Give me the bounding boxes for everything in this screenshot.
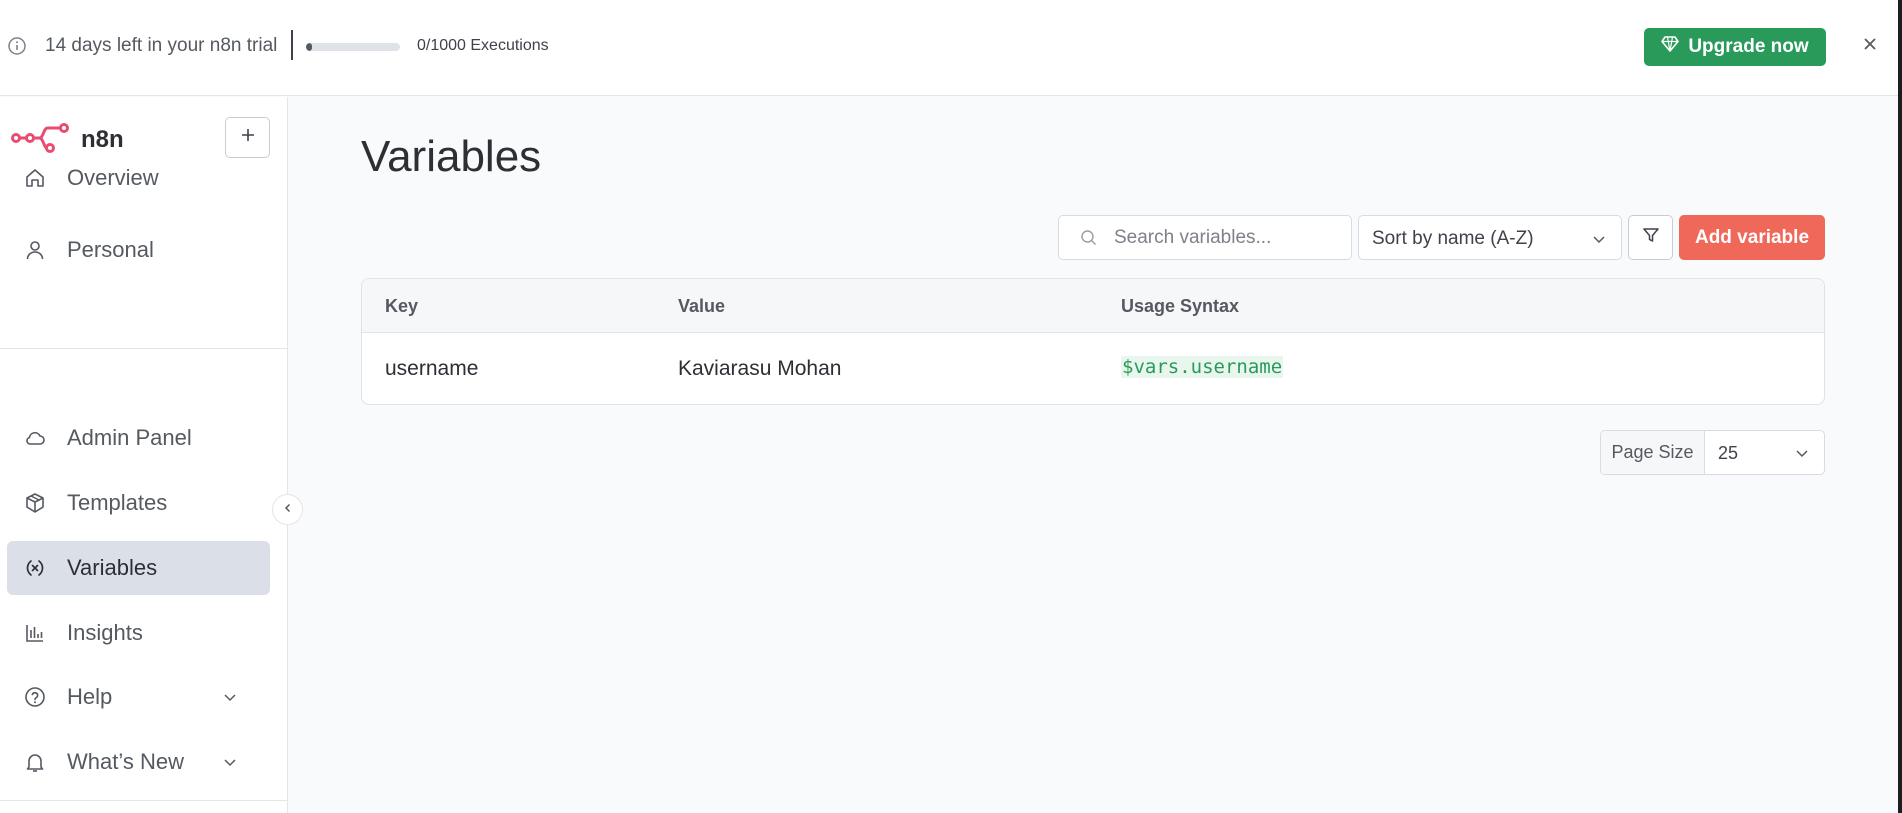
variable-usage-syntax[interactable]: $vars.username (1121, 356, 1284, 378)
executions-progress-fill (306, 43, 312, 51)
chevron-down-icon (1591, 231, 1607, 247)
collapse-sidebar-button[interactable] (272, 494, 303, 525)
filter-icon (1642, 226, 1660, 249)
sidebar-item-label: Insights (67, 620, 143, 645)
variable-icon (24, 557, 46, 579)
user-icon (24, 239, 46, 261)
sidebar-divider (0, 800, 288, 801)
upgrade-now-label: Upgrade now (1688, 36, 1809, 57)
sidebar-divider (0, 348, 288, 349)
variables-table: Key Value Usage Syntax username Kaviaras… (361, 278, 1825, 405)
close-icon (1863, 37, 1877, 56)
sidebar: n8n Overview Personal Admin Panel Templa… (0, 97, 288, 813)
chevron-down-icon (222, 754, 238, 770)
diamond-icon (1661, 35, 1680, 59)
bar-chart-icon (24, 622, 46, 644)
bell-icon (24, 751, 46, 773)
sidebar-item-admin-panel[interactable]: Admin Panel (7, 411, 270, 465)
window-edge (1898, 0, 1902, 813)
sidebar-item-whats-new[interactable]: What’s New (7, 735, 270, 789)
page-size-label: Page Size (1601, 431, 1705, 474)
page-size-select[interactable]: Page Size 25 (1600, 430, 1825, 475)
banner-divider (291, 30, 293, 60)
box-icon (24, 492, 46, 514)
sort-select[interactable]: Sort by name (A-Z) (1358, 215, 1622, 260)
sidebar-item-templates[interactable]: Templates (7, 476, 270, 530)
column-header-value[interactable]: Value (678, 296, 725, 317)
close-banner-button[interactable] (1858, 34, 1882, 58)
sidebar-item-variables[interactable]: Variables (7, 541, 270, 595)
info-icon (7, 36, 27, 56)
n8n-logo-text: n8n (81, 125, 124, 153)
sidebar-item-insights[interactable]: Insights (7, 606, 270, 660)
sidebar-item-label: Variables (67, 555, 158, 580)
add-variable-button[interactable]: Add variable (1679, 215, 1825, 260)
search-variables-field[interactable] (1058, 215, 1352, 260)
chevron-down-icon (1794, 445, 1810, 461)
chevron-down-icon (222, 689, 238, 705)
search-variables-input[interactable] (1114, 226, 1339, 250)
filter-button[interactable] (1628, 215, 1673, 260)
column-header-key[interactable]: Key (385, 296, 418, 317)
plus-icon (240, 127, 256, 148)
cloud-icon (24, 427, 46, 449)
variable-key: username (385, 357, 479, 380)
table-row[interactable]: username Kaviarasu Mohan $vars.username (362, 333, 1824, 404)
variable-value: Kaviarasu Mohan (678, 357, 842, 380)
sidebar-item-label: What’s New (67, 749, 184, 774)
trial-days-text: 14 days left in your n8n trial (45, 35, 278, 56)
sidebar-item-label: Overview (67, 165, 159, 190)
help-circle-icon (24, 686, 46, 708)
upgrade-now-button[interactable]: Upgrade now (1644, 28, 1826, 66)
sidebar-item-label: Help (67, 684, 113, 709)
page-title: Variables (361, 132, 542, 181)
executions-progress-bar (306, 43, 400, 51)
sidebar-item-personal[interactable]: Personal (7, 223, 270, 277)
sidebar-item-help[interactable]: Help (7, 670, 270, 724)
sidebar-item-label: Admin Panel (67, 425, 192, 450)
column-header-usage-syntax[interactable]: Usage Syntax (1121, 296, 1239, 317)
sidebar-item-label: Personal (67, 237, 154, 262)
search-icon (1080, 229, 1098, 247)
table-header: Key Value Usage Syntax (362, 279, 1824, 333)
sidebar-item-overview[interactable]: Overview (7, 151, 270, 205)
sidebar-item-label: Templates (67, 490, 168, 515)
trial-banner: 14 days left in your n8n trial 0/1000 Ex… (0, 0, 1902, 96)
sort-select-value: Sort by name (A-Z) (1372, 228, 1534, 249)
executions-count: 0/1000 Executions (417, 37, 549, 54)
chevron-left-icon (282, 501, 294, 519)
home-icon (24, 167, 46, 189)
page-size-value: 25 (1718, 443, 1739, 463)
